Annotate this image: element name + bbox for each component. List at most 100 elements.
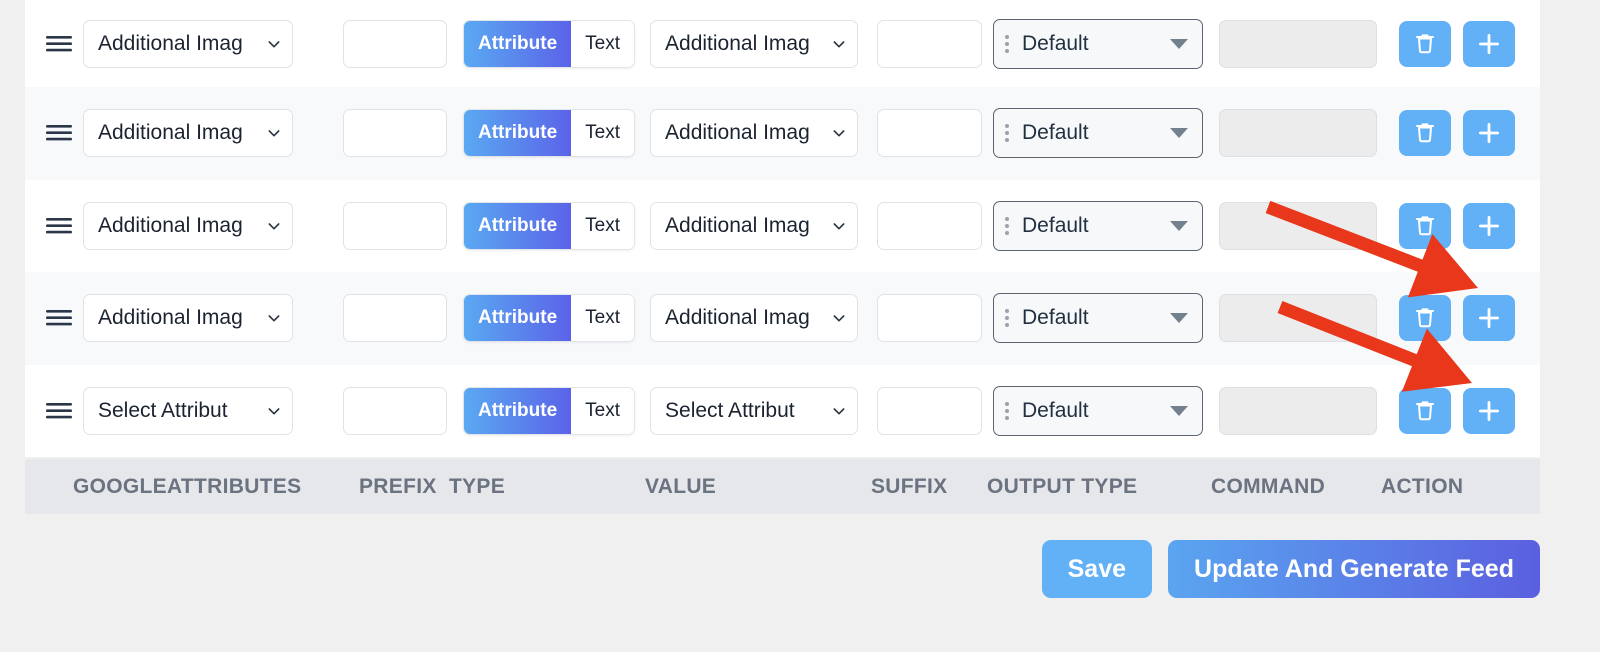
command-input: [1219, 19, 1378, 68]
column-header-type: TYPE: [449, 474, 506, 498]
type-toggle-text[interactable]: Text: [571, 110, 635, 157]
type-toggle-text[interactable]: Text: [571, 202, 635, 249]
table-row: Additional Imag Attribute Text Additional I…: [25, 272, 1540, 365]
column-header-googleattributes: GOOGLEATTRIBUTES: [73, 474, 302, 498]
delete-row-button[interactable]: [1399, 202, 1452, 249]
type-toggle-text[interactable]: Text: [571, 388, 635, 435]
value-attribute-select-value: Additional Imag: [665, 31, 810, 55]
value-attribute-select-value: Additional Imag: [665, 213, 810, 237]
column-header-value: VALUE: [645, 474, 717, 498]
output-type-select[interactable]: Default: [993, 200, 1204, 251]
feed-attribute-mapping-page: Additional Imag Attribute Text Additional I…: [0, 0, 1600, 652]
column-header-command: COMMAND: [1211, 474, 1326, 498]
type-toggle-text[interactable]: Text: [571, 20, 635, 67]
type-toggle-attribute[interactable]: Attribute: [464, 20, 572, 67]
drag-handle-icon[interactable]: [39, 216, 79, 236]
value-attribute-select[interactable]: Select Attribut: [650, 387, 859, 436]
google-attribute-select-value: Additional Imag: [98, 121, 243, 145]
save-button[interactable]: Save: [1041, 540, 1153, 598]
chevron-down-icon: [1170, 220, 1189, 231]
output-type-select-value: Default: [1022, 31, 1089, 55]
drag-dots-icon: [1005, 124, 1010, 143]
column-header-suffix: SUFFIX: [871, 474, 948, 498]
command-input: [1219, 201, 1378, 250]
prefix-input[interactable]: [343, 294, 447, 343]
output-type-select[interactable]: Default: [993, 18, 1204, 69]
add-row-button[interactable]: [1463, 388, 1516, 435]
type-toggle-attribute[interactable]: Attribute: [464, 295, 572, 342]
delete-row-button[interactable]: [1399, 295, 1452, 342]
prefix-input[interactable]: [343, 109, 447, 158]
output-type-select-value: Default: [1022, 213, 1089, 237]
command-input: [1219, 109, 1378, 158]
chevron-down-icon: [1170, 38, 1189, 49]
table-row: Additional Imag Attribute Text Additional I…: [25, 179, 1540, 273]
column-header-prefix: PREFIX: [359, 474, 437, 498]
table-header-row: GOOGLEATTRIBUTES PREFIX TYPE VALUE SUFFI…: [25, 459, 1540, 514]
value-attribute-select[interactable]: Additional Imag: [650, 19, 859, 68]
google-attribute-select[interactable]: Additional Imag: [83, 109, 293, 158]
update-and-generate-feed-button[interactable]: Update And Generate Feed: [1168, 540, 1540, 598]
google-attribute-select[interactable]: Additional Imag: [83, 19, 293, 68]
type-toggle[interactable]: Attribute Text: [463, 294, 636, 343]
drag-handle-icon[interactable]: [39, 401, 79, 421]
prefix-input[interactable]: [343, 387, 447, 436]
suffix-input[interactable]: [877, 19, 983, 68]
suffix-input[interactable]: [877, 201, 983, 250]
drag-dots-icon: [1005, 309, 1010, 328]
add-row-button[interactable]: [1463, 295, 1516, 342]
chevron-down-icon: [1170, 313, 1189, 324]
output-type-select-value: Default: [1022, 399, 1089, 423]
column-header-output-type: OUTPUT TYPE: [987, 474, 1138, 498]
value-attribute-select[interactable]: Additional Imag: [650, 109, 859, 158]
delete-row-button[interactable]: [1399, 388, 1452, 435]
google-attribute-select-value: Additional Imag: [98, 306, 243, 330]
value-attribute-select-value: Additional Imag: [665, 121, 810, 145]
google-attribute-select[interactable]: Select Attribut: [83, 387, 293, 436]
suffix-input[interactable]: [877, 294, 983, 343]
attribute-mapping-table: Additional Imag Attribute Text Additional I…: [25, 0, 1540, 458]
drag-dots-icon: [1005, 402, 1010, 421]
delete-row-button[interactable]: [1399, 110, 1452, 157]
google-attribute-select[interactable]: Additional Imag: [83, 201, 293, 250]
command-input: [1219, 294, 1378, 343]
type-toggle-attribute[interactable]: Attribute: [464, 388, 572, 435]
value-attribute-select-value: Select Attribut: [665, 399, 795, 423]
footer-actions: Save Update And Generate Feed: [0, 540, 1540, 598]
chevron-down-icon: [1170, 406, 1189, 417]
drag-dots-icon: [1005, 216, 1010, 235]
output-type-select[interactable]: Default: [993, 108, 1204, 159]
delete-row-button[interactable]: [1399, 20, 1452, 67]
value-attribute-select[interactable]: Additional Imag: [650, 294, 859, 343]
type-toggle-text[interactable]: Text: [571, 295, 635, 342]
google-attribute-select-value: Select Attribut: [98, 399, 228, 423]
value-attribute-select-value: Additional Imag: [665, 306, 810, 330]
type-toggle-attribute[interactable]: Attribute: [464, 202, 572, 249]
output-type-select[interactable]: Default: [993, 293, 1204, 344]
output-type-select-value: Default: [1022, 306, 1089, 330]
drag-handle-icon[interactable]: [39, 123, 79, 143]
suffix-input[interactable]: [877, 387, 983, 436]
type-toggle[interactable]: Attribute Text: [463, 19, 636, 68]
type-toggle[interactable]: Attribute Text: [463, 387, 636, 436]
drag-dots-icon: [1005, 34, 1010, 53]
drag-handle-icon[interactable]: [39, 34, 79, 54]
prefix-input[interactable]: [343, 19, 447, 68]
prefix-input[interactable]: [343, 201, 447, 250]
value-attribute-select[interactable]: Additional Imag: [650, 201, 859, 250]
type-toggle-attribute[interactable]: Attribute: [464, 110, 572, 157]
column-header-action: ACTION: [1381, 474, 1464, 498]
table-row: Additional Imag Attribute Text Additional I…: [25, 0, 1540, 87]
type-toggle[interactable]: Attribute Text: [463, 109, 636, 158]
google-attribute-select-value: Additional Imag: [98, 213, 243, 237]
add-row-button[interactable]: [1463, 110, 1516, 157]
google-attribute-select[interactable]: Additional Imag: [83, 294, 293, 343]
suffix-input[interactable]: [877, 109, 983, 158]
output-type-select[interactable]: Default: [993, 386, 1204, 437]
output-type-select-value: Default: [1022, 121, 1089, 145]
drag-handle-icon[interactable]: [39, 308, 79, 328]
type-toggle[interactable]: Attribute Text: [463, 201, 636, 250]
add-row-button[interactable]: [1463, 202, 1516, 249]
chevron-down-icon: [1170, 128, 1189, 139]
add-row-button[interactable]: [1463, 20, 1516, 67]
